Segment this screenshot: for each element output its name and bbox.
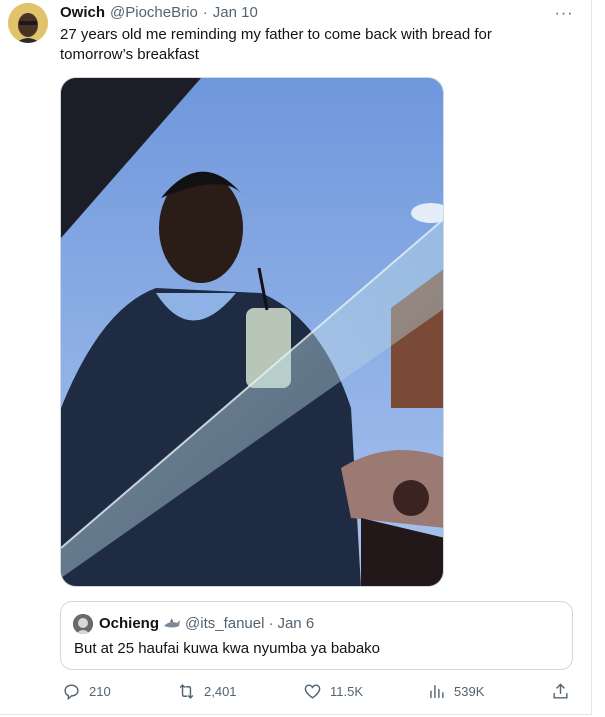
quoted-header-separator: · xyxy=(268,615,274,632)
share-icon xyxy=(553,683,568,699)
more-horizontal-icon: ··· xyxy=(554,5,574,22)
like-icon xyxy=(304,684,321,699)
like-button[interactable]: 11.5K xyxy=(303,682,363,701)
author-name[interactable]: Owich xyxy=(60,4,105,21)
quoted-tweet-text: But at 25 haufai kuwa kwa nyumba ya baba… xyxy=(74,640,381,657)
tweet-photo[interactable] xyxy=(60,77,444,587)
views-count: 539K xyxy=(454,684,485,699)
reply-icon xyxy=(64,684,79,701)
reply-count: 210 xyxy=(89,684,111,699)
views-button[interactable]: 539K xyxy=(427,682,484,701)
quoted-author-handle: @its_fanuel xyxy=(185,615,265,632)
retweet-count: 2,401 xyxy=(204,684,237,699)
quoted-avatar-image xyxy=(73,614,93,634)
author-avatar[interactable] xyxy=(8,3,48,43)
photo-image xyxy=(61,78,443,586)
quoted-tweet-header: Ochieng @its_fanuel · Jan 6 xyxy=(99,615,314,632)
retweet-button[interactable]: 2,401 xyxy=(177,682,237,701)
retweet-icon xyxy=(179,684,194,699)
quoted-tweet-date: Jan 6 xyxy=(277,615,315,632)
tweet-header: Owich @PiocheBrio · Jan 10 xyxy=(60,4,258,21)
share-button[interactable] xyxy=(551,682,570,701)
quoted-author-avatar[interactable] xyxy=(73,614,93,634)
reply-button[interactable]: 210 xyxy=(62,682,111,701)
header-separator: · xyxy=(202,4,208,21)
tweet-actions-bar: 210 2,401 11.5K 539K xyxy=(60,682,575,704)
quoted-tweet[interactable]: Ochieng @its_fanuel · Jan 6 But at 25 ha… xyxy=(60,601,573,670)
tweet-date[interactable]: Jan 10 xyxy=(213,4,258,21)
views-icon xyxy=(430,685,444,698)
more-options-button[interactable]: ··· xyxy=(552,4,576,24)
like-count: 11.5K xyxy=(330,684,364,699)
shark-emoji-icon xyxy=(163,617,181,631)
author-handle[interactable]: @PiocheBrio xyxy=(110,4,198,21)
tweet-card[interactable]: Owich @PiocheBrio · Jan 10 ··· 27 years … xyxy=(0,0,592,715)
quoted-author-name: Ochieng xyxy=(99,615,160,632)
tweet-text: 27 years old me reminding my father to c… xyxy=(60,26,492,63)
avatar-image xyxy=(8,3,48,43)
